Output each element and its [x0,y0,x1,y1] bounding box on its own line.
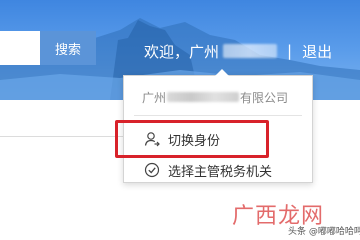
company-name: 广州 有限公司 [124,86,312,108]
watermark-source: 头条 @嘟嘟哈哈呵呵 [288,227,360,237]
separator: | [287,42,293,60]
search-button[interactable]: 搜索 [40,31,96,65]
logout-link[interactable]: 退出 [302,41,332,62]
check-circle-icon [144,162,160,178]
dropdown-divider [134,115,302,116]
menu-item-label: 选择主管税务机关 [168,164,273,180]
content-divider [0,136,123,137]
company-suffix: 有限公司 [240,90,289,105]
redacted-company [167,92,240,102]
dropdown-arrow [215,69,229,76]
highlight-annotation [115,120,269,158]
welcome-text[interactable]: 欢迎，广州 [144,41,219,62]
search-input[interactable] [0,31,40,65]
redacted-name [223,44,278,58]
menu-item-choose-tax-authority[interactable]: 选择主管税务机关 [124,158,312,182]
user-info: 欢迎，广州 | 退出 [144,40,332,62]
company-prefix: 广州 [142,90,167,105]
